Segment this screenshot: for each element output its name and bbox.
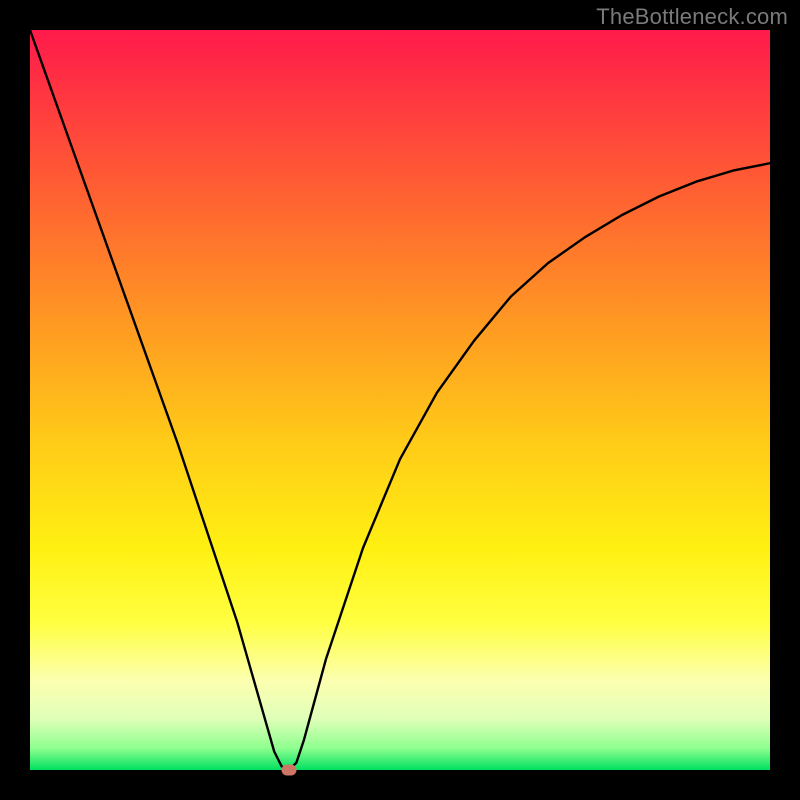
bottleneck-curve (30, 30, 770, 770)
chart-frame: TheBottleneck.com (0, 0, 800, 800)
watermark-text: TheBottleneck.com (596, 4, 788, 30)
optimal-point-marker (282, 765, 297, 776)
plot-area (30, 30, 770, 770)
